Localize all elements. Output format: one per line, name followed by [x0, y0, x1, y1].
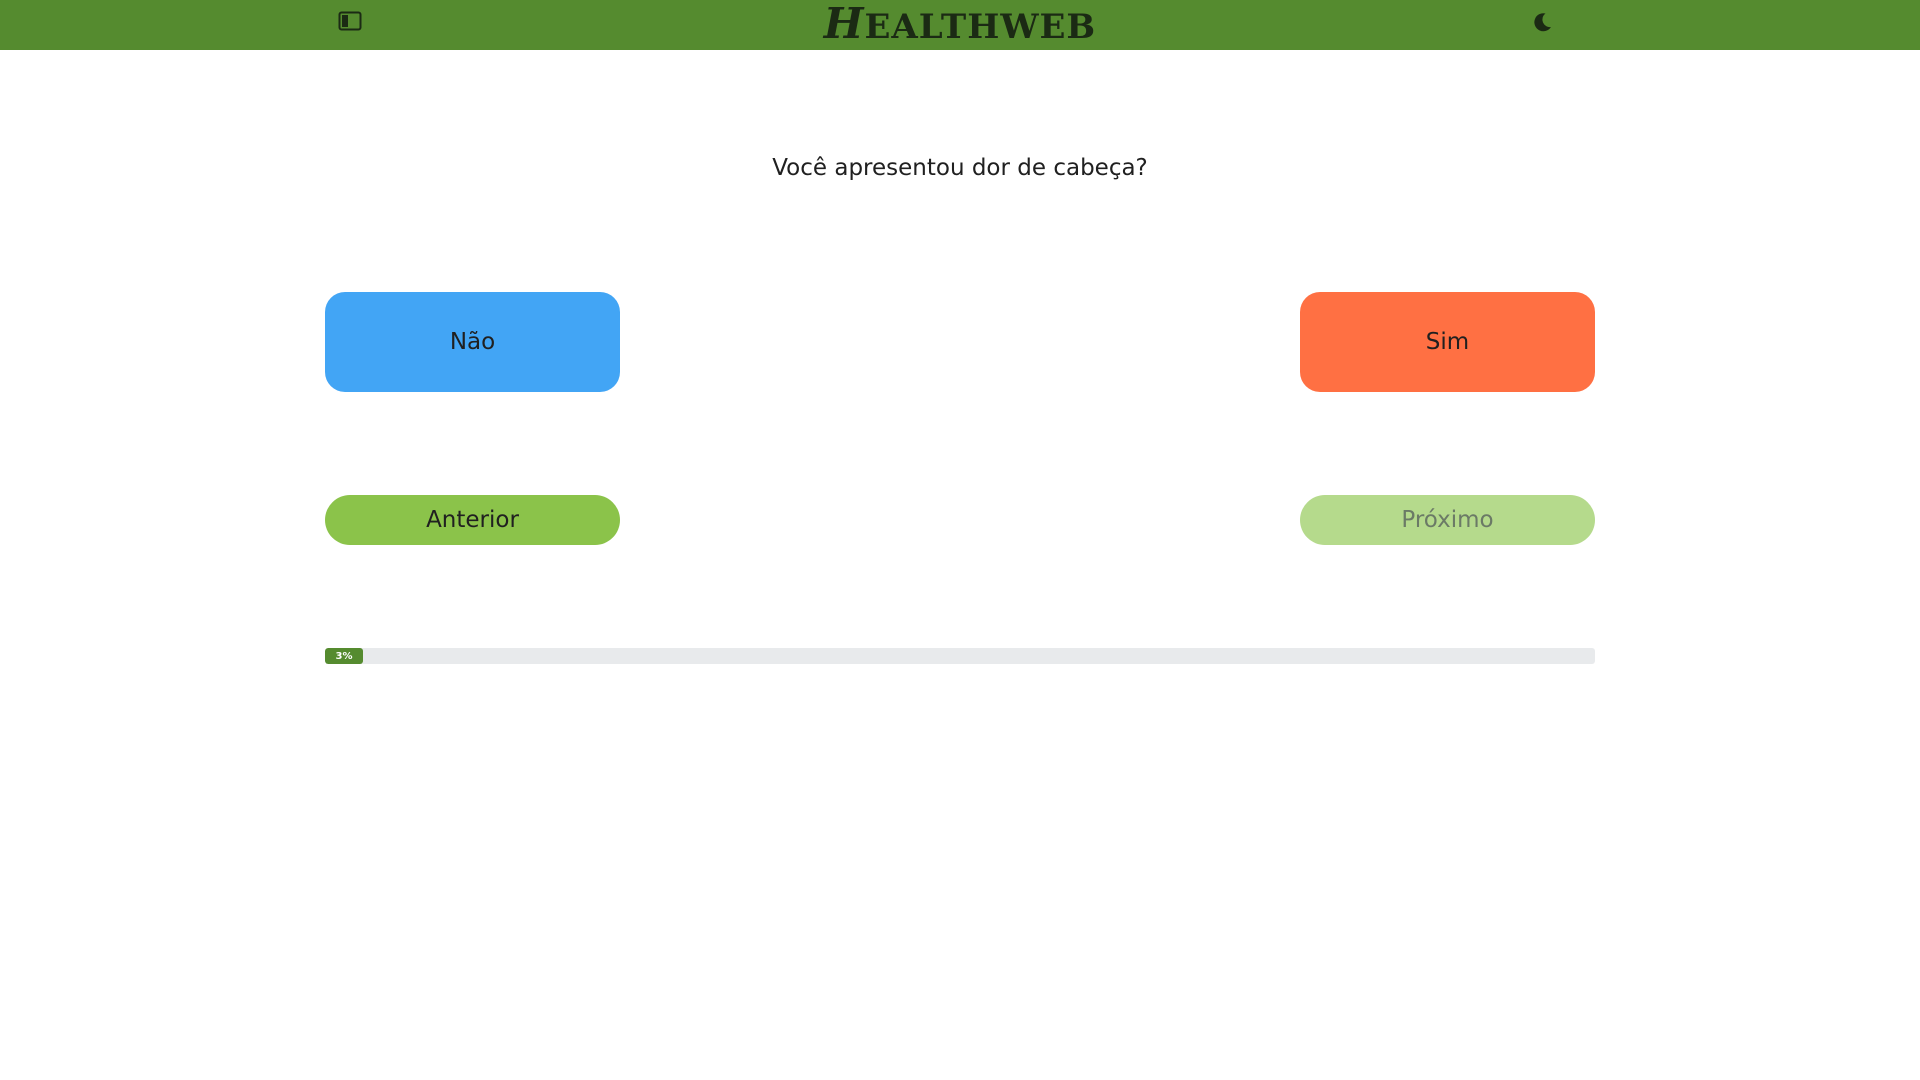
question-text: Você apresentou dor de cabeça?: [772, 155, 1148, 181]
progress-label: 3%: [335, 650, 353, 662]
answer-no-button[interactable]: Não: [325, 292, 620, 392]
progress-fill: 3%: [325, 648, 364, 664]
logo-initial: H: [823, 0, 865, 48]
next-button[interactable]: Próximo: [1300, 495, 1595, 545]
moon-icon[interactable]: [1530, 10, 1554, 34]
logo-text: EALTHWEB: [864, 7, 1097, 47]
answer-yes-button[interactable]: Sim: [1300, 292, 1595, 392]
app-logo[interactable]: HEALTHWEB: [0, 2, 1920, 49]
top-bar: HEALTHWEB: [0, 0, 1920, 50]
previous-button[interactable]: Anterior: [325, 495, 620, 545]
progress-bar: 3%: [325, 648, 1595, 664]
